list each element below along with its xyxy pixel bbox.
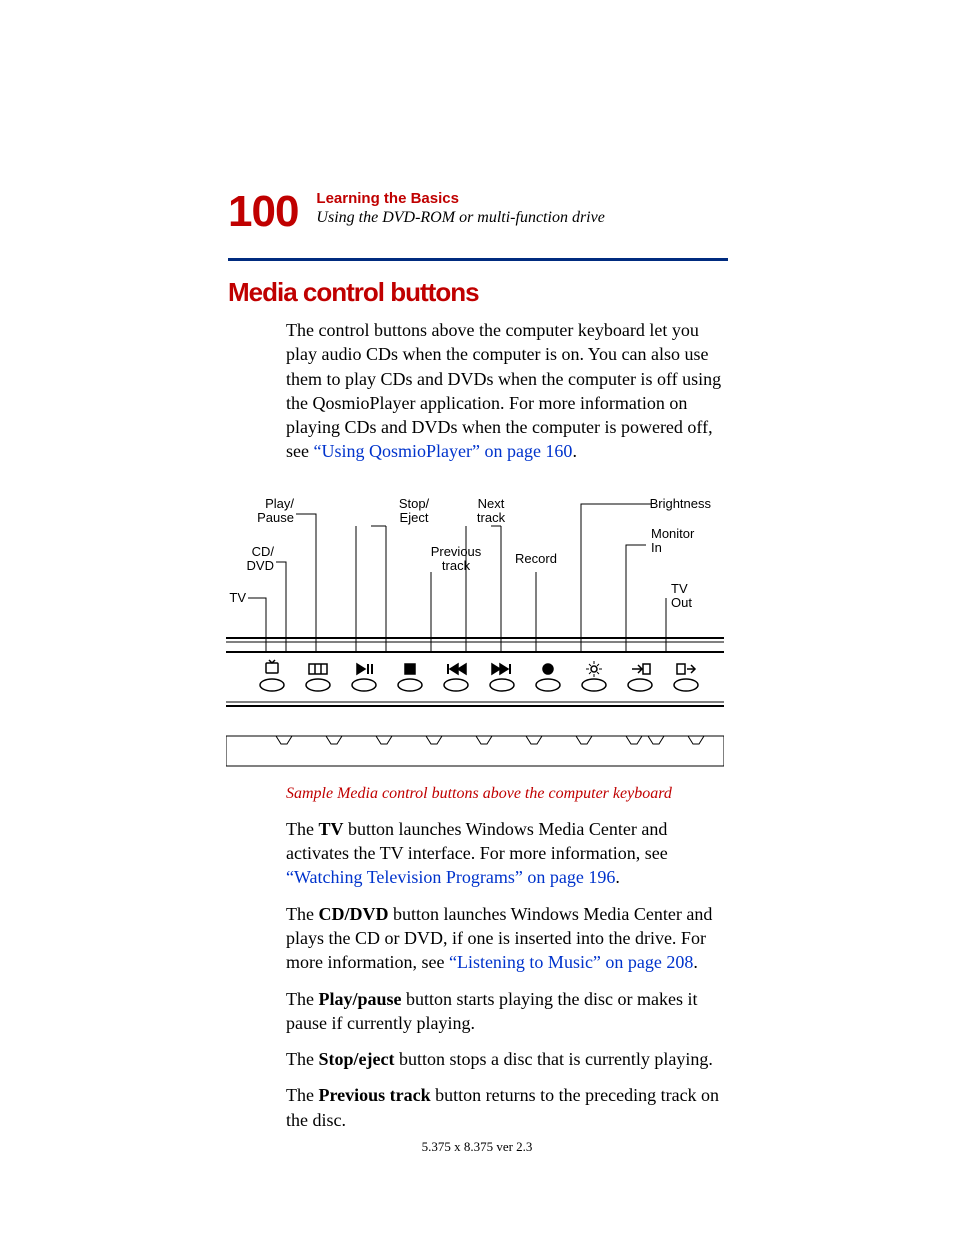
figure-caption: Sample Media control buttons above the c… [286,785,728,803]
chapter-title: Learning the Basics [316,190,604,207]
label-play-1: Play/ [265,496,294,511]
label-tvout-1: TV [671,581,688,596]
page-footer: 5.375 x 8.375 ver 2.3 [0,1139,954,1155]
section-heading: Media control buttons [228,277,728,308]
label-stop-2: Eject [400,510,429,525]
paragraph-stopeject: The Stop/eject button stops a disc that … [286,1047,726,1071]
label-next-2: track [477,510,506,525]
label-prev-1: Previous [431,544,482,559]
label-cd-1: CD/ [252,544,275,559]
label-record: Record [515,551,557,566]
label-brightness: Brightness [650,496,712,511]
link-listen-music[interactable]: “Listening to Music” on page 208 [449,952,693,972]
paragraph-playpause: The Play/pause button starts playing the… [286,987,726,1036]
media-buttons-diagram: TV CD/ DVD Play/ Pause Stop/ Eject Previ… [226,490,724,770]
intro-paragraph: The control buttons above the computer k… [286,318,726,464]
section-subtitle: Using the DVD-ROM or multi-function driv… [316,209,604,227]
label-stop-1: Stop/ [399,496,430,511]
link-watch-tv[interactable]: “Watching Television Programs” on page 1… [286,867,615,887]
label-tvout-2: Out [671,595,692,610]
page-number: 100 [228,190,298,234]
paragraph-cddvd: The CD/DVD button launches Windows Media… [286,902,726,975]
header-rule [228,258,728,261]
paragraph-prevtrack: The Previous track button returns to the… [286,1083,726,1132]
label-next-1: Next [478,496,505,511]
link-qosmioplayer[interactable]: “Using QosmioPlayer” on page 160 [313,441,572,461]
paragraph-tv: The TV button launches Windows Media Cen… [286,817,726,890]
label-cd-2: DVD [247,558,274,573]
label-play-2: Pause [257,510,294,525]
page-header: 100 Learning the Basics Using the DVD-RO… [228,190,728,234]
label-tv: TV [229,590,246,605]
label-monitor-1: Monitor [651,526,695,541]
intro-text-2: . [572,441,577,461]
label-monitor-2: In [651,540,662,555]
